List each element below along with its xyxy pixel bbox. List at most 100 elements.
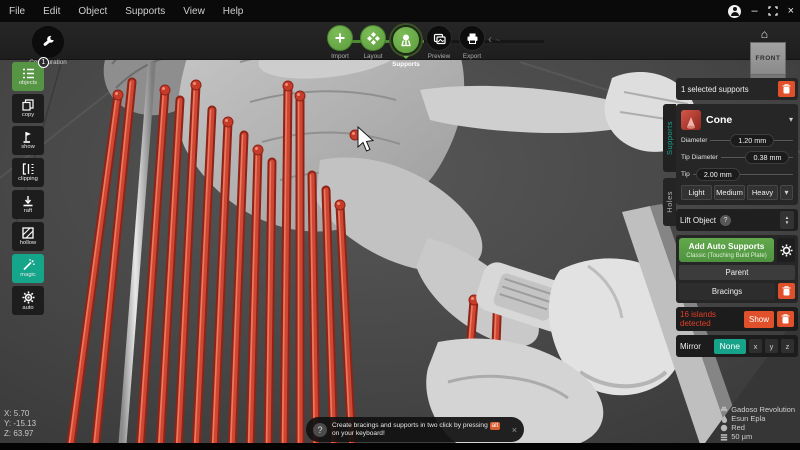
cone-icon [681, 110, 701, 130]
trash-icon [782, 286, 791, 296]
preview-button[interactable]: Preview [423, 25, 455, 60]
list-icon [22, 68, 35, 79]
auto-supports-section: Add Auto Supports Classic (Touching Buil… [676, 235, 798, 303]
close-button[interactable]: × [788, 6, 794, 17]
parent-button[interactable]: Parent [679, 265, 795, 280]
trash-icon [782, 84, 791, 94]
cursor-coordinates: X: 5.70 Y: -15.13 Z: 63.97 [4, 409, 36, 439]
printer-name: Gadoso Revolution [731, 405, 795, 414]
maximize-button[interactable] [768, 6, 778, 16]
delete-selected-button[interactable] [778, 81, 795, 97]
tip-diameter-slider[interactable]: Tip Diameter 0.38 mm [679, 149, 795, 166]
account-icon[interactable] [728, 5, 741, 18]
selected-supports-label: 1 selected supports [679, 85, 775, 94]
menu-edit[interactable]: Edit [34, 6, 69, 17]
layer-icon [720, 433, 728, 441]
main-action-bar: Import Layout Supports [324, 25, 489, 68]
help-icon: ? [720, 215, 731, 226]
supports-icon [399, 33, 413, 47]
mirror-row: Mirror None x y z [676, 335, 798, 357]
export-button[interactable]: Export [456, 25, 488, 60]
raft-arrow-icon [22, 195, 34, 207]
trash-icon [781, 314, 790, 324]
hint-tooltip: ? Create bracings and supports in two cl… [306, 417, 524, 442]
app-window: File Edit Object Supports View Help GR1 … [0, 0, 800, 450]
hint-text-before: Create bracings and supports in two clic… [332, 422, 488, 429]
preview-image-icon [433, 32, 446, 45]
density-medium-button[interactable]: Medium [714, 185, 745, 200]
collapse-toolbar-chevron[interactable]: ‹ ~ [488, 32, 500, 46]
supports-panel: Supports Holes 1 selected supports Cone … [676, 78, 798, 357]
menu-supports[interactable]: Supports [116, 6, 174, 17]
tip-slider[interactable]: Tip 2.00 mm [679, 166, 795, 183]
sidebar-item-raft[interactable]: raft [12, 190, 44, 219]
tip-diameter-value: 0.38 mm [745, 151, 789, 164]
diameter-slider[interactable]: Diameter 1.20 mm [679, 132, 795, 149]
density-heavy-button[interactable]: Heavy [747, 185, 778, 200]
resin-name: Esun Epla [731, 414, 765, 423]
sidebar-item-magic[interactable]: magic [12, 254, 44, 283]
lift-object-row: Lift Object ? ▲▼ [676, 209, 798, 231]
tip-value: 2.00 mm [696, 168, 740, 181]
printer-icon [720, 406, 728, 414]
bracings-button[interactable]: Bracings [679, 283, 775, 300]
mirror-y-button[interactable]: y [765, 339, 778, 353]
bottom-strip [0, 443, 800, 450]
flag-icon [22, 131, 34, 143]
show-islands-button[interactable]: Show [744, 311, 774, 328]
sidebar-item-objects[interactable]: 1 objects [12, 62, 44, 91]
menu-object[interactable]: Object [69, 6, 116, 17]
objects-count-badge: 1 [38, 57, 49, 68]
copy-icon [22, 99, 34, 111]
supports-button[interactable]: Supports [390, 25, 422, 68]
menu-bar: File Edit Object Supports View Help [0, 0, 800, 22]
tab-supports[interactable]: Supports [663, 104, 676, 172]
tooltip-close-icon[interactable]: × [512, 425, 517, 435]
menu-view[interactable]: View [174, 6, 214, 17]
sidebar-item-auto[interactable]: auto [12, 286, 44, 315]
coord-x: X: 5.70 [4, 409, 36, 419]
hollow-hatch-icon [22, 227, 34, 239]
import-button[interactable]: Import [324, 25, 356, 60]
print-status-list: Gadoso Revolution Esun Epla Red 50 µm [720, 405, 795, 441]
sidebar-item-show[interactable]: show [12, 126, 44, 155]
sidebar-item-copy[interactable]: copy [12, 94, 44, 123]
minimize-button[interactable]: – [751, 6, 757, 17]
mirror-x-button[interactable]: x [749, 339, 762, 353]
sidebar-item-clipping[interactable]: clipping [12, 158, 44, 187]
wrench-icon [40, 34, 56, 50]
auto-supports-settings-button[interactable] [777, 238, 795, 262]
islands-row: 16 islands detected Show [676, 307, 798, 331]
lift-object-stepper[interactable]: ▲▼ [780, 211, 794, 229]
color-icon [720, 424, 728, 432]
plus-icon [334, 32, 346, 44]
support-shape-section: Cone ▾ Diameter 1.20 mm Tip Diameter 0.3… [676, 104, 798, 205]
mirror-z-button[interactable]: z [781, 339, 794, 353]
menu-help[interactable]: Help [214, 6, 253, 17]
menu-file[interactable]: File [0, 6, 34, 17]
layer-height: 50 µm [731, 432, 752, 441]
support-type-dropdown[interactable]: Cone ▾ [679, 107, 795, 132]
coord-y: Y: -15.13 [4, 419, 36, 429]
resin-icon [721, 415, 728, 423]
question-icon: ? [313, 423, 327, 437]
gear-icon [780, 244, 793, 257]
magic-wand-icon [22, 259, 35, 271]
alt-key-badge: alt [490, 422, 501, 430]
layout-button[interactable]: Layout [357, 25, 389, 60]
home-view-icon[interactable]: ⌂ [761, 27, 768, 41]
mirror-none-button[interactable]: None [714, 339, 746, 354]
sidebar-item-hollow[interactable]: hollow [12, 222, 44, 251]
delete-islands-button[interactable] [777, 311, 794, 327]
density-light-button[interactable]: Light [681, 185, 712, 200]
add-auto-supports-button[interactable]: Add Auto Supports Classic (Touching Buil… [679, 238, 774, 262]
delete-bracings-button[interactable] [778, 283, 795, 299]
mirror-label: Mirror [680, 342, 711, 351]
view-cube-front[interactable]: FRONT [750, 42, 786, 75]
diameter-value: 1.20 mm [730, 134, 774, 147]
lift-object-label: Lift Object [680, 216, 716, 225]
clipping-icon [22, 163, 35, 175]
tab-holes[interactable]: Holes [663, 178, 676, 226]
density-more-button[interactable]: ▾ [780, 185, 793, 200]
hint-text-after: on your keyboard! [332, 430, 385, 437]
